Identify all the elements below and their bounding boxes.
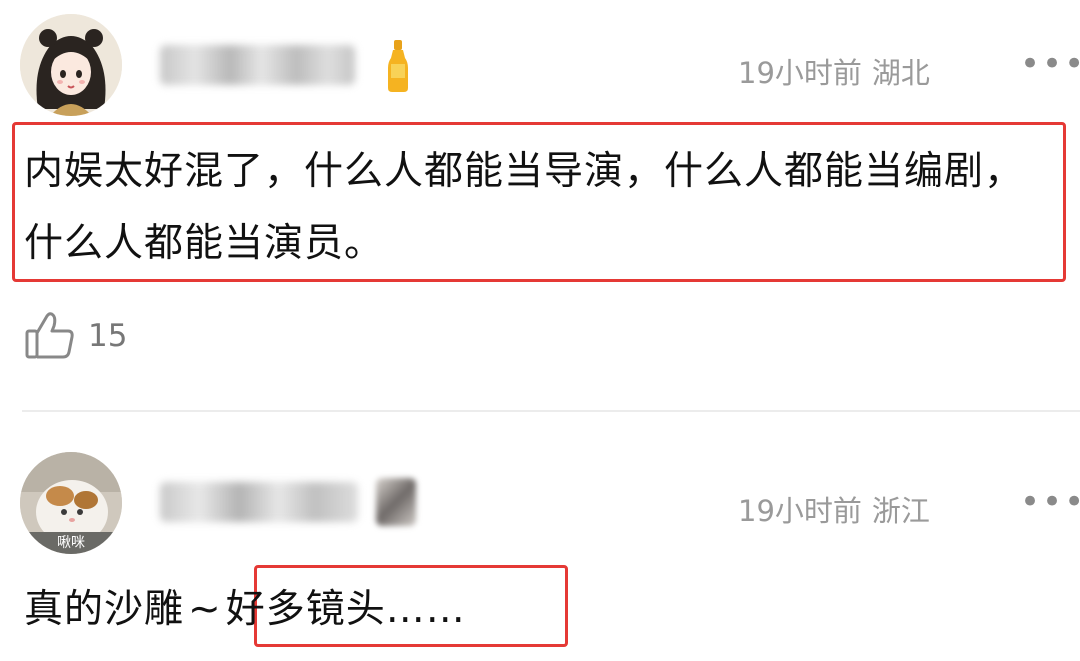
- like-count: 15: [88, 318, 128, 354]
- comment-meta: 19小时前 湖北: [738, 50, 930, 92]
- user-avatar[interactable]: 啾咪: [20, 452, 122, 554]
- divider: [22, 410, 1080, 412]
- comment-content: 真的沙雕 ~ 好多镜头……: [24, 580, 466, 640]
- bottle-badge-icon: [388, 40, 408, 92]
- comment-time: 19小时前: [738, 494, 862, 528]
- comment-location: 湖北: [871, 56, 930, 90]
- thumbs-up-icon[interactable]: [24, 310, 76, 360]
- username-blurred[interactable]: [160, 482, 358, 522]
- highlighted-text: 好多镜头……: [225, 587, 466, 632]
- comment-time: 19小时前: [738, 56, 862, 90]
- more-options-button[interactable]: •••: [1020, 47, 1080, 81]
- user-avatar[interactable]: [20, 14, 122, 116]
- comment-meta: 19小时前 浙江: [738, 488, 930, 530]
- comment-location: 浙江: [871, 494, 930, 528]
- avatar-caption: 啾咪: [57, 535, 85, 551]
- comment-content: 内娱太好混了，什么人都能当导演，什么人都能当编剧，什么人都能当演员。: [24, 149, 1025, 266]
- avatar-illustration: [20, 14, 122, 116]
- username-blurred[interactable]: [160, 45, 355, 85]
- tilde-text: ~: [188, 587, 222, 632]
- more-options-button[interactable]: •••: [1020, 485, 1080, 519]
- badge-image-blurred: [376, 478, 416, 526]
- comment-text: 真的沙雕: [24, 587, 185, 632]
